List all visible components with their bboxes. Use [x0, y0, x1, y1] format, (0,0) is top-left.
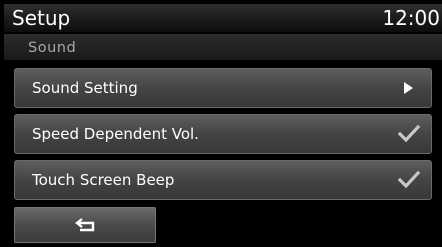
menu-item-speed-dependent-vol[interactable]: Speed Dependent Vol.	[14, 114, 432, 154]
checkmark-icon[interactable]	[397, 124, 421, 144]
menu-item-sound-setting[interactable]: Sound Setting	[14, 68, 432, 108]
clock: 12:00	[382, 6, 440, 30]
arrow-right-icon	[404, 82, 413, 94]
menu-item-label: Sound Setting	[32, 79, 138, 97]
menu-item-label: Touch Screen Beep	[32, 171, 175, 189]
menu-item-label: Speed Dependent Vol.	[32, 125, 199, 143]
menu-item-touch-screen-beep[interactable]: Touch Screen Beep	[14, 160, 432, 200]
checkmark-icon[interactable]	[397, 170, 421, 190]
back-button[interactable]	[14, 207, 156, 243]
breadcrumb-label: Sound	[28, 40, 77, 56]
page-title: Setup	[12, 6, 71, 30]
setup-screen: Setup 12:00 Sound Sound Setting Speed De…	[0, 0, 442, 247]
back-return-icon	[75, 217, 97, 233]
